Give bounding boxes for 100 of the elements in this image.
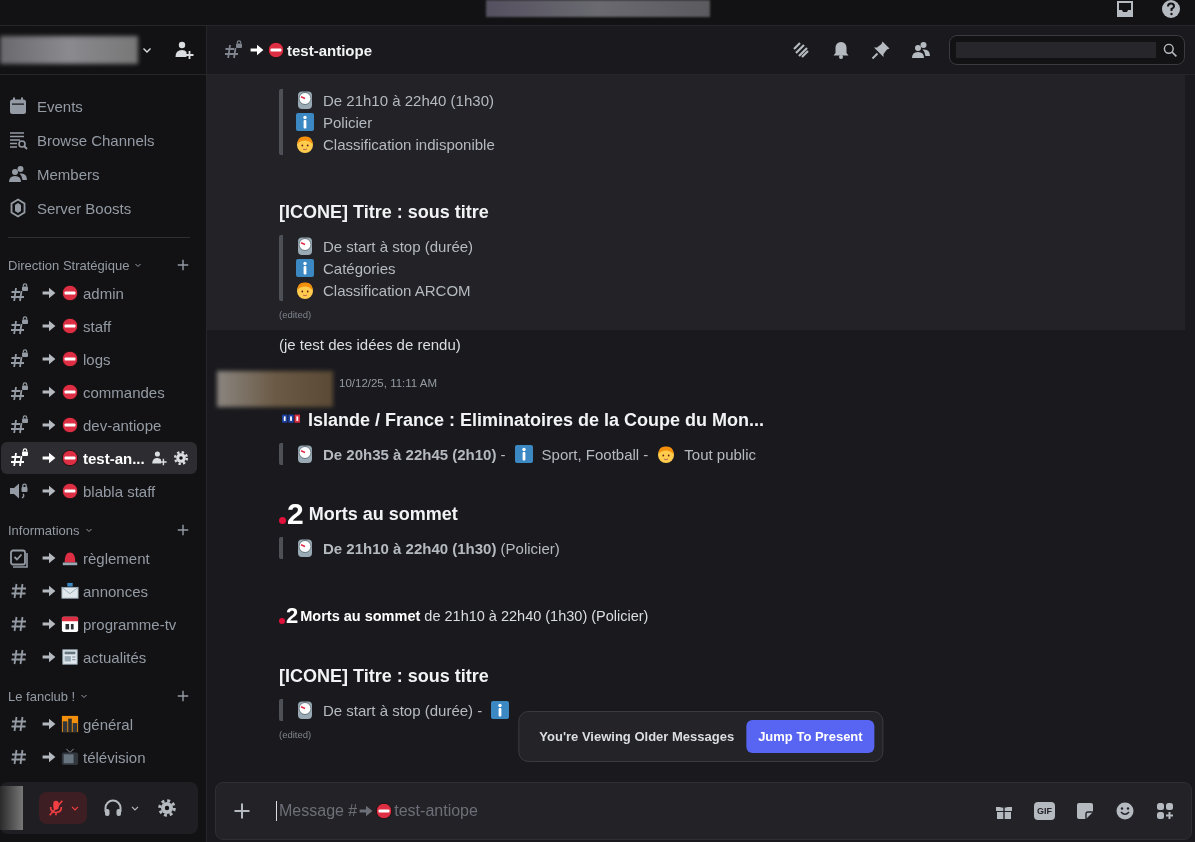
arrow-icon	[358, 803, 375, 819]
channel-title: test-antiope	[287, 41, 372, 59]
settings-icon[interactable]	[173, 450, 189, 466]
muted-microphone-icon	[47, 799, 65, 817]
clock-icon	[295, 236, 315, 256]
microphone-toggle[interactable]	[39, 792, 87, 824]
message-field[interactable]: Message # test-antiope GIF	[215, 782, 1192, 840]
sticker-icon[interactable]	[1075, 801, 1095, 821]
plus-icon[interactable]	[232, 801, 252, 821]
heading-text: Islande / France : Eliminatoires de la Coupe du Mon...	[308, 409, 765, 431]
quote-text: De 21h10 à 22h40 (1h30) (Policier)	[323, 539, 560, 557]
jump-to-present-button[interactable]: Jump To Present	[746, 720, 875, 753]
clock-icon	[295, 444, 315, 464]
arrow-icon	[41, 716, 57, 732]
channel-item[interactable]: annonces	[1, 575, 197, 607]
hash-icon	[9, 614, 29, 634]
pin-icon[interactable]	[871, 40, 891, 60]
category-name[interactable]: Direction Stratégique	[8, 257, 130, 273]
arrow-icon	[41, 285, 57, 301]
arrow-icon	[41, 550, 57, 566]
channel-item[interactable]: dev-antiope	[1, 409, 197, 441]
members-icon[interactable]	[911, 40, 931, 60]
quote-text: Tout public	[684, 445, 757, 463]
no-entry-icon	[61, 383, 79, 401]
sidebar-nav-item[interactable]: Members	[0, 157, 198, 191]
channel-item[interactable]: général	[1, 708, 197, 740]
plus-icon[interactable]	[176, 258, 190, 272]
quote-text: De start à stop (durée)	[323, 237, 474, 255]
sidebar-nav-item[interactable]: Events	[0, 89, 198, 123]
calendar-icon	[61, 615, 79, 633]
search-field[interactable]	[949, 35, 1185, 65]
invite-icon[interactable]	[174, 40, 194, 60]
channel-item[interactable]: logs	[1, 343, 197, 375]
blurred-avatar	[0, 786, 23, 830]
bell-icon[interactable]	[831, 40, 851, 60]
sidebar-nav-item[interactable]: Browse Channels	[0, 123, 198, 157]
hash-icon	[9, 747, 29, 767]
help-icon[interactable]	[1161, 0, 1181, 19]
search-icon	[1162, 42, 1178, 58]
info-icon	[295, 258, 315, 278]
checkbox-icon	[9, 548, 29, 568]
apps-icon[interactable]	[1155, 801, 1175, 821]
quote-text: Policier	[323, 113, 373, 131]
channel-item[interactable]: actualités	[1, 641, 197, 673]
heading-text: [ICONE] Titre : sous titre	[279, 665, 489, 687]
threads-icon[interactable]	[791, 40, 811, 60]
locked-hash-icon	[9, 382, 29, 402]
face-icon	[656, 444, 677, 464]
face-icon	[295, 280, 315, 300]
quote-text: Catégories	[323, 259, 396, 277]
arrow-icon	[41, 351, 57, 367]
locked-hash-icon	[9, 448, 29, 468]
arrow-icon	[41, 384, 57, 400]
arrow-icon	[41, 483, 57, 499]
channel-item[interactable]: programme-tv	[1, 608, 197, 640]
quote-text: De start à stop (durée) -	[323, 701, 483, 719]
tv-channel-logo: 2	[279, 605, 299, 627]
channel-item[interactable]: règlement	[1, 542, 197, 574]
quote-text: Classification indisponible	[323, 135, 495, 153]
info-icon	[295, 112, 315, 132]
inbox-icon[interactable]	[1115, 0, 1135, 19]
edited-label: (edited)	[279, 729, 312, 740]
arrow-icon	[41, 450, 57, 466]
settings-icon[interactable]	[157, 798, 177, 818]
arrow-icon	[41, 318, 57, 334]
channel-item[interactable]: admin	[1, 277, 197, 309]
clock-icon	[295, 90, 315, 110]
gif-button[interactable]: GIF	[1034, 802, 1055, 820]
channel-item[interactable]: staff	[1, 310, 197, 342]
emoji-icon[interactable]	[1115, 801, 1135, 821]
quote-text: De 20h35 à 22h45 (2h10) -	[323, 445, 506, 463]
channel-item[interactable]: commandes	[1, 376, 197, 408]
no-entry-icon	[61, 350, 79, 368]
arrow-icon	[249, 42, 265, 58]
sidebar-nav-item[interactable]: Server Boosts	[0, 191, 198, 225]
locked-hash-icon	[9, 415, 29, 435]
arrow-icon	[41, 649, 57, 665]
plus-icon[interactable]	[176, 523, 190, 537]
locked-hash-icon	[9, 349, 29, 369]
headphones-icon[interactable]	[103, 798, 123, 818]
no-entry-icon	[61, 317, 79, 335]
hexagon-icon	[8, 198, 28, 218]
plus-icon[interactable]	[176, 689, 190, 703]
quote-text: De 21h10 à 22h40 (1h30)	[323, 91, 494, 109]
calendar-icon	[8, 96, 28, 116]
category-name[interactable]: Informations	[8, 522, 80, 538]
people-icon	[8, 164, 28, 184]
no-entry-icon	[61, 416, 79, 434]
category-name[interactable]: Le fanclub !	[8, 688, 76, 704]
channel-item[interactable]: test-an...	[1, 442, 197, 474]
city-icon	[61, 715, 79, 733]
television-icon	[61, 748, 79, 766]
invite-icon[interactable]	[151, 450, 167, 466]
banner-text: You're Viewing Older Messages	[539, 729, 735, 744]
hash-icon	[9, 714, 29, 734]
channel-item[interactable]: télévision	[1, 741, 197, 773]
tv-channel-logo: 2	[279, 499, 304, 529]
message-text: Morts au sommet de 21h10 à 22h40 (1h30) (Policier)	[300, 608, 649, 624]
arrow-icon	[41, 749, 57, 765]
channel-item[interactable]: blabla staff	[1, 475, 197, 507]
